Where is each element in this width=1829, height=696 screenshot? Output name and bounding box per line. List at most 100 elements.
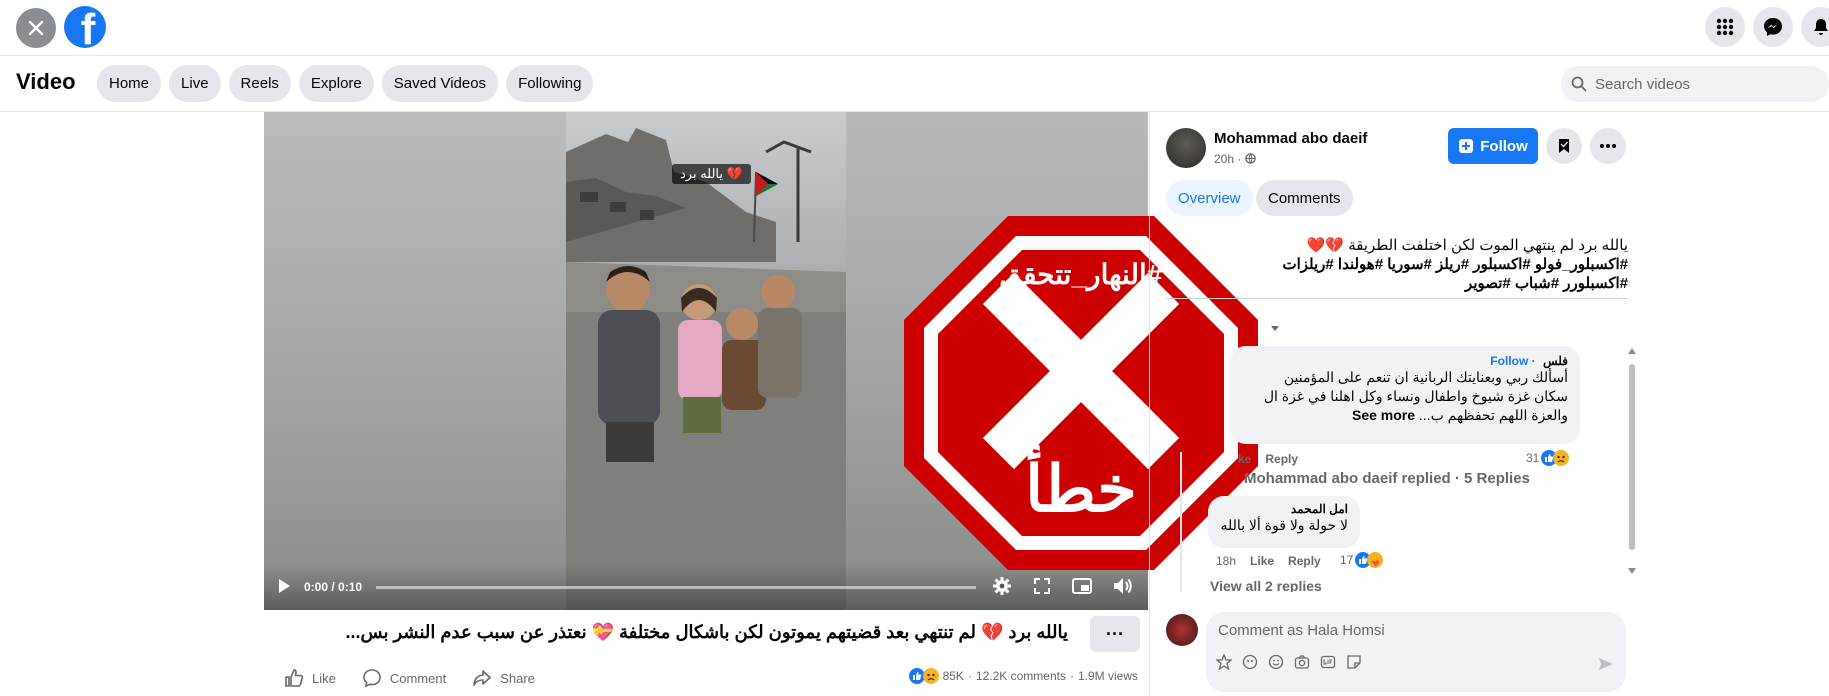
reply-time[interactable]: 18h xyxy=(1216,554,1236,568)
comment-reactions[interactable]: 31 xyxy=(1526,450,1570,466)
video-nav: Video Home Live Reels Explore Saved Vide… xyxy=(0,56,1829,112)
comment-like-link[interactable]: ke xyxy=(1238,452,1251,466)
comment-reply-link[interactable]: Reply xyxy=(1265,452,1298,466)
comment-icon xyxy=(363,669,381,688)
video-time: 0:00 / 0:10 xyxy=(304,580,363,594)
page-title: Video xyxy=(16,69,76,94)
tab-comments[interactable]: Comments xyxy=(1256,180,1353,216)
reply-text: لا حولة ولا قوة ألا بالله xyxy=(1220,517,1348,533)
search-placeholder: Search videos xyxy=(1595,75,1691,93)
scrollbar-thumb[interactable] xyxy=(1629,364,1635,550)
more-dots-icon xyxy=(1600,144,1616,148)
follow-button[interactable]: Follow xyxy=(1448,128,1538,164)
comments-scrollbar[interactable] xyxy=(1628,340,1636,580)
post-title: يالله برد 💔 لم تنتهي بعد قضيتهم يموتون ل… xyxy=(345,622,1068,642)
tab-home[interactable]: Home xyxy=(97,65,162,102)
current-user-avatar[interactable] xyxy=(1166,614,1198,646)
close-icon xyxy=(28,20,44,36)
scroll-down-icon[interactable] xyxy=(1628,568,1636,574)
tab-explore[interactable]: Explore xyxy=(298,65,374,102)
video-overlay-caption: يالله برد 💔 xyxy=(672,164,751,184)
tab-overview[interactable]: Overview xyxy=(1166,180,1253,216)
composer-toolbar xyxy=(1216,654,1362,670)
description-hashtags[interactable]: #اكسبلور_فولو #اكسبلور #ريلز #سوريا #هول… xyxy=(1166,255,1628,274)
play-icon[interactable] xyxy=(276,578,292,594)
post-more-button[interactable]: ··· xyxy=(1090,616,1140,652)
reply-like-link[interactable]: Like xyxy=(1250,554,1274,568)
composer-placeholder: Comment as Hala Homsi xyxy=(1218,622,1385,639)
view-all-replies-link[interactable]: View all 2 replies xyxy=(1210,578,1322,592)
notifications-button[interactable] xyxy=(1801,7,1829,47)
share-button[interactable]: Share xyxy=(472,668,535,688)
add-friend-icon xyxy=(1459,139,1474,153)
notifications-icon xyxy=(1814,19,1828,35)
sticker-icon[interactable] xyxy=(1346,654,1362,670)
messenger-button[interactable] xyxy=(1753,7,1793,47)
post-stats: 85K · 12.2K comments · 1.9M views xyxy=(892,668,1138,684)
reply-bubble: امل المحمد لا حولة ولا قوة ألا بالله xyxy=(1208,496,1360,548)
top-bar: f xyxy=(0,0,1829,56)
video-blur-left xyxy=(264,112,566,610)
reply-meta: 18h Like Reply xyxy=(1216,554,1321,568)
search-icon xyxy=(1571,76,1587,92)
video-tabs: Home Live Reels Explore Saved Videos Fol… xyxy=(97,65,594,102)
close-button[interactable] xyxy=(16,8,56,48)
reply-author[interactable]: امل المحمد xyxy=(1220,502,1348,516)
video-progress-bar[interactable] xyxy=(376,586,976,589)
post-time: 20h · xyxy=(1214,152,1256,166)
video-frame: يالله برد 💔 xyxy=(566,112,846,610)
follow-label: Follow xyxy=(1480,137,1528,155)
tab-reels[interactable]: Reels xyxy=(228,65,291,102)
chevron-down-icon[interactable] xyxy=(1270,325,1280,333)
more-dots-icon: ··· xyxy=(1106,623,1124,644)
comment-bubble: فلس · Follow أسألك ربي وبعنايتك الربانية… xyxy=(1230,346,1580,444)
gif-icon[interactable] xyxy=(1320,654,1336,670)
scroll-up-icon[interactable] xyxy=(1628,348,1636,354)
comment-button[interactable]: Comment xyxy=(362,668,446,688)
see-more-link[interactable]: See more xyxy=(1352,407,1415,423)
camera-icon[interactable] xyxy=(1294,654,1310,670)
reply-reply-link[interactable]: Reply xyxy=(1288,554,1321,568)
comment-follow-link[interactable]: · Follow xyxy=(1490,354,1535,368)
avatar-sticker-icon[interactable] xyxy=(1242,654,1258,670)
settings-icon[interactable] xyxy=(992,576,1012,596)
like-button[interactable]: Like xyxy=(284,668,336,688)
tab-live[interactable]: Live xyxy=(169,65,221,102)
reply-reactions[interactable]: 17 xyxy=(1340,552,1384,568)
comment-text-line: والعزة اللهم تحفظهم ب... See more xyxy=(1351,407,1568,423)
comment-meta: ke Reply xyxy=(1238,452,1298,466)
search-input[interactable]: Search videos xyxy=(1561,66,1829,102)
stats-separator: · xyxy=(967,669,972,683)
tab-saved-videos[interactable]: Saved Videos xyxy=(381,65,499,102)
post-actions: Like Comment Share xyxy=(284,668,535,688)
save-post-button[interactable] xyxy=(1546,128,1582,164)
view-count: 1.9M views xyxy=(1077,669,1138,683)
description-text: يالله برد لم ينتهي الموت لكن اختلفت الطر… xyxy=(1306,237,1628,254)
comment-composer[interactable]: Comment as Hala Homsi xyxy=(1206,612,1626,692)
fullscreen-icon[interactable] xyxy=(1034,578,1050,594)
send-icon[interactable] xyxy=(1598,656,1614,672)
view-replies-link[interactable]: Mohammad abo daeif replied · 5 Replies xyxy=(1244,470,1530,487)
sticker-icon[interactable] xyxy=(1216,654,1232,670)
post-description: يالله برد لم ينتهي الموت لكن اختلفت الطر… xyxy=(1166,236,1628,293)
stats-separator: · xyxy=(1069,669,1074,683)
emoji-icon[interactable] xyxy=(1268,654,1284,670)
pip-icon[interactable] xyxy=(1072,576,1092,596)
comment-count[interactable]: 12.2K comments xyxy=(976,669,1066,683)
author-name[interactable]: Mohammad abo daeif xyxy=(1214,130,1367,147)
like-label: Like xyxy=(312,670,336,686)
video-scene xyxy=(566,128,846,610)
reaction-count[interactable]: 85K xyxy=(943,669,964,683)
post-side-panel: Mohammad abo daeif 20h · Follow Overview… xyxy=(1149,112,1829,696)
description-hashtags[interactable]: #اكسبلورر #شباب #تصوير xyxy=(1166,274,1628,293)
apps-menu-button[interactable] xyxy=(1705,7,1745,47)
post-options-button[interactable] xyxy=(1590,128,1626,164)
reply-thread-line xyxy=(1180,452,1182,592)
facebook-logo[interactable]: f xyxy=(64,6,106,48)
care-reaction-icon xyxy=(1367,552,1384,568)
volume-icon[interactable] xyxy=(1112,576,1134,596)
comment-author: فلس · Follow xyxy=(1490,354,1568,368)
tab-following[interactable]: Following xyxy=(506,65,594,102)
sad-reaction-icon xyxy=(1553,450,1570,466)
author-avatar[interactable] xyxy=(1166,128,1206,168)
